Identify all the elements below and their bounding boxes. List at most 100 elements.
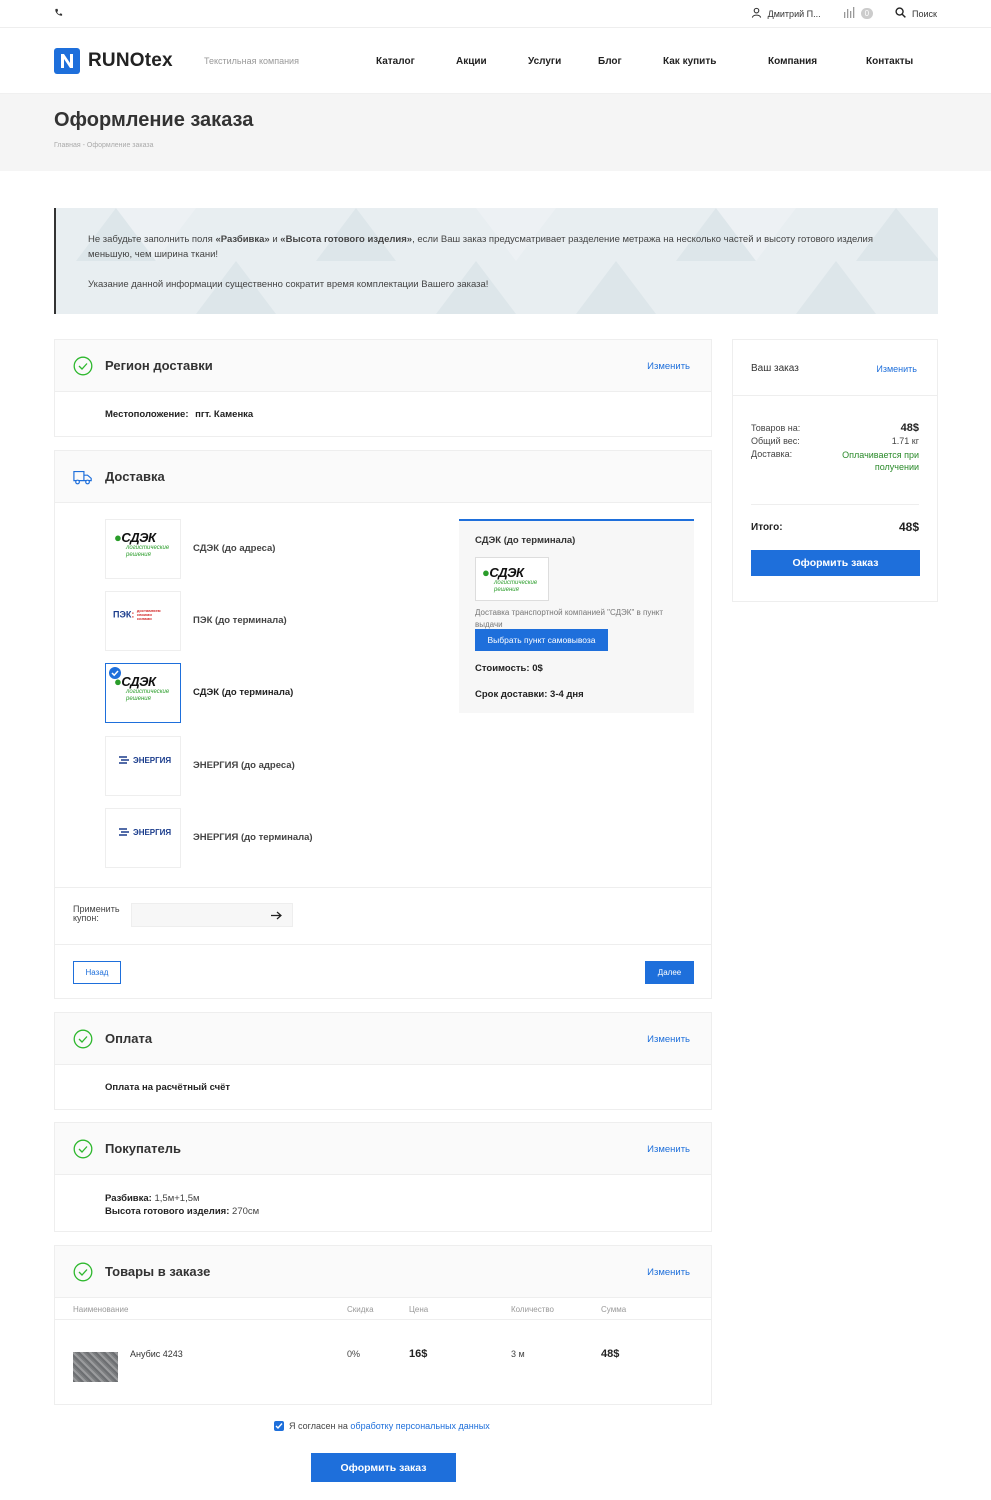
summary-delivery-value: Оплачивается при получении: [842, 450, 919, 472]
region-change-link[interactable]: Изменить: [647, 361, 690, 372]
order-summary-change-link[interactable]: Изменить: [876, 364, 917, 374]
payment-method-value: Оплата на расчётный счёт: [105, 1082, 231, 1093]
pek-logo-text: ПЭК: [113, 609, 132, 620]
user-menu[interactable]: Дмитрий П...: [751, 7, 821, 20]
phone-icon[interactable]: [54, 8, 63, 20]
summary-weight-row: Общий вес: 1.71 кг: [751, 436, 919, 446]
notice-split-field-name: «Разбивка»: [215, 234, 270, 245]
payment-change-link[interactable]: Изменить: [647, 1034, 690, 1045]
choose-pickup-point-button[interactable]: Выбрать пункт самовывоза: [475, 629, 608, 651]
submit-order-button[interactable]: Оформить заказ: [311, 1453, 456, 1482]
height-row: Высота готового изделия: 270см: [105, 1205, 259, 1218]
cdek-logo-text: СДЭК: [121, 674, 156, 689]
site-header: RUNOtex Текстильная компания Каталог Акц…: [0, 28, 991, 94]
search-link[interactable]: Поиск: [895, 7, 937, 20]
cdek-logo-subtext: решения: [126, 552, 151, 558]
nav-item-blog[interactable]: Блог: [598, 56, 663, 67]
delivery-option-cdek-terminal[interactable]: ●СДЭК логистические решения: [105, 663, 181, 723]
buyer-section-title: Покупатель: [105, 1141, 181, 1156]
delivery-option-label[interactable]: ЭНЕРГИЯ (до терминала): [193, 832, 313, 843]
region-section-header: Регион доставки Изменить: [55, 340, 711, 392]
consent-text: Я согласен на: [289, 1421, 351, 1431]
cdek-logo: ●СДЭК логистические решения: [475, 557, 549, 601]
buyer-section-body: Разбивка: 1,5м+1,5м Высота готового изде…: [55, 1175, 711, 1231]
nav-item-promos[interactable]: Акции: [456, 56, 528, 67]
personal-data-link[interactable]: обработку персональных данных: [350, 1421, 489, 1431]
delivery-option-pek-terminal[interactable]: ПЭК: доставляем своими силами: [105, 591, 181, 651]
delivery-section-header: Доставка: [55, 451, 711, 503]
logo-mark-icon: [54, 48, 80, 74]
breadcrumb-home[interactable]: Главная: [54, 142, 81, 149]
energy-logo: ЭНЕРГИЯ: [118, 827, 171, 837]
nav-item-catalog[interactable]: Каталог: [376, 56, 456, 67]
coupon-field: [131, 903, 293, 927]
cdek-logo-subtext: логистические: [126, 689, 170, 695]
cdek-logo-text: СДЭК: [121, 530, 156, 545]
cdek-logo: ●СДЭК логистические решения: [114, 530, 174, 559]
cdek-logo: ●СДЭК логистические решения: [114, 674, 174, 703]
back-button[interactable]: Назад: [73, 961, 121, 984]
page-title: Оформление заказа: [54, 109, 254, 131]
selected-delivery-description: Доставка транспортной компанией "СДЭК" в…: [475, 608, 663, 629]
delivery-option-label[interactable]: ЭНЕРГИЯ (до адреса): [193, 760, 295, 771]
selected-delivery-title: СДЭК (до терминала): [475, 535, 576, 546]
search-label: Поиск: [912, 8, 937, 19]
nav-item-contacts[interactable]: Контакты: [866, 56, 913, 67]
buyer-change-link[interactable]: Изменить: [647, 1144, 690, 1155]
product-sum: 48$: [601, 1348, 620, 1360]
notice-second-line: Указание данной информации существенно с…: [88, 279, 489, 290]
checkmark-icon: [275, 1423, 283, 1430]
coupon-label: Применить купон:: [73, 904, 120, 923]
delivery-option-label[interactable]: ПЭК (до терминала): [193, 615, 287, 626]
order-notice: Не забудьте заполнить поля «Разбивка» и …: [54, 208, 938, 314]
nav-item-services[interactable]: Услуги: [528, 56, 598, 67]
consent-checkbox[interactable]: [274, 1421, 284, 1431]
goods-change-link[interactable]: Изменить: [647, 1267, 690, 1278]
cdek-logo-inner: ●СДЭК логистические решения: [482, 565, 542, 594]
column-header-sum: Сумма: [601, 1305, 627, 1314]
consent-row: Я согласен на обработку персональных дан…: [274, 1421, 490, 1431]
sidebar-submit-order-button[interactable]: Оформить заказ: [751, 550, 920, 576]
summary-delivery-row: Доставка: Оплачивается при получении: [751, 449, 919, 473]
summary-goods-label: Товаров на:: [751, 423, 801, 433]
height-label: Высота готового изделия:: [105, 1206, 230, 1217]
summary-weight-value: 1.71 кг: [891, 436, 919, 446]
site-logo[interactable]: RUNOtex: [54, 48, 173, 74]
nav-item-company[interactable]: Компания: [768, 56, 866, 67]
product-thumbnail[interactable]: [73, 1352, 118, 1382]
energy-logo-text: ЭНЕРГИЯ: [133, 755, 172, 765]
delivery-option-label[interactable]: СДЭК (до терминала): [193, 687, 293, 698]
delivery-cost: Стоимость: 0$: [475, 663, 543, 674]
page-header: Оформление заказа Главная - Оформление з…: [0, 94, 991, 171]
compare-link[interactable]: 0: [843, 7, 874, 20]
order-summary-header: Ваш заказ Изменить: [733, 340, 937, 396]
notice-text-part: и: [269, 234, 281, 245]
column-header-discount: Скидка: [347, 1305, 374, 1314]
delivery-option-energy-terminal[interactable]: ЭНЕРГИЯ: [105, 808, 181, 868]
delivery-option-energy-address[interactable]: ЭНЕРГИЯ: [105, 736, 181, 796]
summary-total-row: Итого: 48$: [751, 520, 919, 534]
split-row: Разбивка: 1,5м+1,5м: [105, 1192, 259, 1205]
nav-item-how-to-buy[interactable]: Как купить: [663, 56, 768, 67]
delivery-term: Срок доставки: 3-4 дня: [475, 689, 584, 700]
payment-section-body: Оплата на расчётный счёт: [55, 1065, 711, 1109]
divider: [55, 887, 711, 888]
compare-count-badge: 0: [860, 8, 874, 19]
location-value: пгт. Каменка: [195, 409, 254, 420]
energy-logo: ЭНЕРГИЯ: [118, 755, 171, 765]
product-price: 16$: [409, 1348, 428, 1360]
delivery-section: Доставка ●СДЭК логистические решения СДЭ…: [54, 450, 712, 999]
delivery-option-cdek-address[interactable]: ●СДЭК логистические решения: [105, 519, 181, 579]
coupon-input[interactable]: [132, 904, 262, 926]
product-name[interactable]: Анубис 4243: [130, 1349, 183, 1359]
cdek-logo-subtext: логистические: [126, 545, 170, 551]
delivery-option-label[interactable]: СДЭК (до адреса): [193, 543, 275, 554]
column-header-name: Наименование: [73, 1305, 129, 1314]
selected-delivery-info: СДЭК (до терминала) ●СДЭК логистические …: [459, 519, 694, 713]
column-header-quantity: Количество: [511, 1305, 554, 1314]
goods-section-title: Товары в заказе: [105, 1264, 211, 1279]
column-header-price: Цена: [409, 1305, 429, 1314]
arrow-right-icon[interactable]: [271, 911, 282, 920]
next-button[interactable]: Далее: [645, 961, 694, 984]
goods-table-header: Наименование Скидка Цена Количество Сумм…: [55, 1298, 711, 1320]
